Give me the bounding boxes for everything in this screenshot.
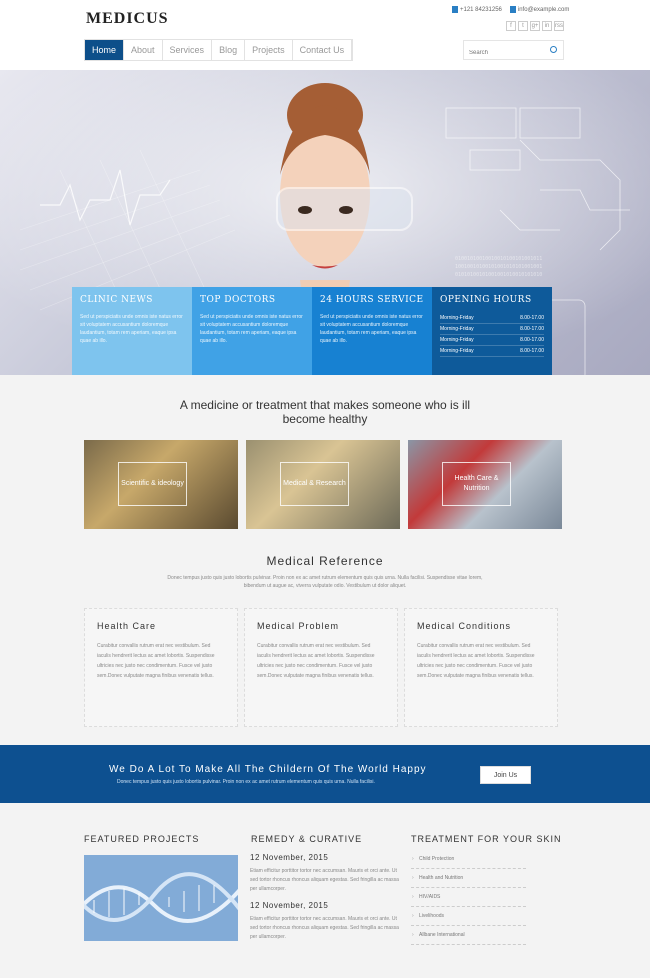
card-text: Curabitur convallis rutrum erat nec vest… <box>257 643 375 679</box>
twitter-icon[interactable]: t <box>518 21 528 31</box>
card-medical-conditions: Medical Conditions Curabitur convallis r… <box>404 608 558 727</box>
info-box-24-hours: 24 HOURS SERVICE Sed ut perspiciatis und… <box>312 287 432 375</box>
nav-home[interactable]: Home <box>85 40 125 60</box>
hours-row: Morning-Friday 8.00-17.00 <box>440 324 544 335</box>
svg-text:01010100101001001010010101010: 01010100101001001010010101010 <box>455 272 542 278</box>
info-boxes: CLINIC NEWS Sed ut perspiciatis unde omn… <box>72 287 552 375</box>
treatment-title: TREATMENT FOR YOUR SKIN <box>411 834 562 844</box>
info-box-top-doctors: TOP DOCTORS Sed ut perspiciatis unde omn… <box>192 287 312 375</box>
list-item[interactable]: Child Protection <box>411 850 526 869</box>
phone: +121 84231256 <box>452 6 502 13</box>
reference-cards: Health Care Curabitur convallis rutrum e… <box>84 608 558 727</box>
remedy-news: 12 November, 2015 Etiam efficitur portti… <box>250 853 400 949</box>
list-item[interactable]: HIV/AIDS <box>411 888 526 907</box>
nav-services[interactable]: Services <box>163 40 213 60</box>
tagline: A medicine or treatment that makes someo… <box>0 398 650 426</box>
banner-text: Donec tempus justo quis justo lobortis p… <box>117 779 375 785</box>
nav-projects[interactable]: Projects <box>245 40 293 60</box>
box-title: TOP DOCTORS <box>200 295 276 305</box>
hours-row: Morning-Friday 8.00-17.00 <box>440 313 544 324</box>
hours-time: 8.00-17.00 <box>520 326 544 332</box>
svg-text:10010010100101001010101001001: 10010010100101001010101001001 <box>455 264 542 270</box>
hours-row: Morning-Friday 8.00-17.00 <box>440 346 544 357</box>
email-text: info@example.com <box>517 7 570 14</box>
card-text: Curabitur convallis rutrum erat nec vest… <box>417 643 535 679</box>
nav-contact[interactable]: Contact Us <box>293 40 353 60</box>
card-title[interactable]: Health Care <box>97 621 225 631</box>
news-date: 12 November, 2015 <box>250 901 329 910</box>
google-plus-icon[interactable]: g+ <box>530 21 540 31</box>
facebook-icon[interactable]: f <box>506 21 516 31</box>
featured-projects-title: FEATURED PROJECTS <box>84 834 200 844</box>
nav-blog[interactable]: Blog <box>212 40 246 60</box>
list-item[interactable]: Health and Nutrition <box>411 869 526 888</box>
info-box-opening-hours: OPENING HOURS Morning-Friday 8.00-17.00 M… <box>432 287 552 375</box>
contact-info: +121 84231256 info@example.com <box>452 6 569 13</box>
thumb-caption[interactable]: Health Care & Nutrition <box>442 462 511 506</box>
box-title: CLINIC NEWS <box>80 295 153 305</box>
card-text: Curabitur convallis rutrum erat nec vest… <box>97 643 215 679</box>
dna-image <box>84 855 238 941</box>
search-icon[interactable] <box>550 46 557 53</box>
search-input[interactable] <box>464 44 544 62</box>
hours-day: Morning-Friday <box>440 315 474 321</box>
hours-day: Morning-Friday <box>440 337 474 343</box>
thumb-medical-research[interactable]: Medical & Research <box>246 440 400 529</box>
list-item[interactable]: Livelihoods <box>411 907 526 926</box>
box-text: Sed ut perspiciatis unde omnis iste natu… <box>320 314 423 344</box>
svg-text:01001010010010010100101001011: 01001010010010010100101001011 <box>455 256 542 262</box>
hours-time: 8.00-17.00 <box>520 315 544 321</box>
feature-thumbnails: Scientific & ideology Medical & Research… <box>84 440 562 529</box>
hours-day: Morning-Friday <box>440 326 474 332</box>
hours-row: Morning-Friday 8.00-17.00 <box>440 335 544 346</box>
treatment-list: Child Protection Health and Nutrition HI… <box>411 850 526 945</box>
hours-time: 8.00-17.00 <box>520 348 544 354</box>
thumb-health-care[interactable]: Health Care & Nutrition <box>408 440 562 529</box>
news-date: 12 November, 2015 <box>250 853 329 862</box>
featured-project-image[interactable] <box>84 855 238 941</box>
section-title: Medical Reference <box>266 554 384 568</box>
box-text: Sed ut perspiciatis unde omnis iste natu… <box>200 314 303 344</box>
thumb-caption[interactable]: Medical & Research <box>280 462 349 506</box>
tagline-text: A medicine or treatment that makes someo… <box>179 398 471 426</box>
email[interactable]: info@example.com <box>509 6 570 14</box>
search-box <box>463 40 564 62</box>
card-title[interactable]: Medical Conditions <box>417 621 545 631</box>
linkedin-icon[interactable]: in <box>542 21 552 31</box>
card-health-care: Health Care Curabitur convallis rutrum e… <box>84 608 238 727</box>
news-text: Etiam efficitur porttitor tortor nec acc… <box>250 916 399 940</box>
logo[interactable]: MEDICUS <box>86 10 169 28</box>
rss-icon[interactable]: rss <box>554 21 564 31</box>
banner-title: We Do A Lot To Make All The Childern Of … <box>109 764 427 775</box>
remedy-title: REMEDY & CURATIVE <box>251 834 363 844</box>
news-text: Etiam efficitur porttitor tortor nec acc… <box>250 868 399 892</box>
thumb-scientific[interactable]: Scientific & ideology <box>84 440 238 529</box>
thumb-caption[interactable]: Scientific & ideology <box>118 462 187 506</box>
box-title: OPENING HOURS <box>440 295 532 305</box>
mail-icon <box>509 6 516 13</box>
main-nav: Home About Services Blog Projects Contac… <box>84 39 354 61</box>
cta-banner: We Do A Lot To Make All The Childern Of … <box>0 745 650 803</box>
hours-time: 8.00-17.00 <box>520 337 544 343</box>
box-title: 24 HOURS SERVICE <box>320 295 424 305</box>
hours-day: Morning-Friday <box>440 348 474 354</box>
card-title[interactable]: Medical Problem <box>257 621 385 631</box>
phone-text: +121 84231256 <box>460 7 502 14</box>
card-medical-problem: Medical Problem Curabitur convallis rutr… <box>244 608 398 727</box>
nav-about[interactable]: About <box>124 40 163 60</box>
phone-icon <box>452 6 458 13</box>
section-text: Donec tempus justo quis justo lobortis p… <box>167 575 483 589</box>
info-box-clinic-news: CLINIC NEWS Sed ut perspiciatis unde omn… <box>72 287 192 375</box>
box-text: Sed ut perspiciatis unde omnis iste natu… <box>80 314 183 344</box>
social-links: f t g+ in rss <box>506 21 564 31</box>
header: MEDICUS +121 84231256 info@example.com f… <box>0 0 650 70</box>
join-us-button[interactable]: Join Us <box>480 766 531 784</box>
list-item[interactable]: Allbane International <box>411 926 526 945</box>
